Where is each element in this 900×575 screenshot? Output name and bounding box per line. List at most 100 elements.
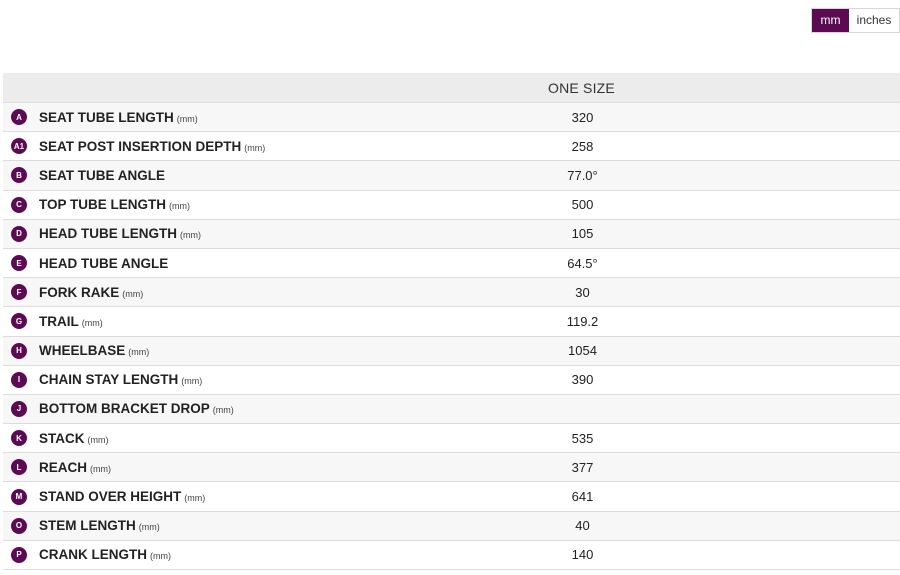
measurement-letter-badge: K (11, 430, 27, 447)
measurement-name: SEAT POST INSERTION DEPTH (mm) (39, 139, 459, 154)
table-row: F FORK RAKE (mm) 30 (3, 278, 900, 308)
measurement-letter-badge: I (11, 371, 27, 388)
measurement-value: 641 (571, 489, 594, 505)
measurement-value: 119.2 (566, 313, 599, 329)
measurement-name: CHAIN STAY LENGTH (mm) (39, 372, 459, 387)
measurement-letter-badge: L (11, 459, 27, 476)
measurement-label: REACH (39, 459, 88, 475)
measurement-name: STACK (mm) (39, 431, 459, 446)
unit-inches-button[interactable]: inches (849, 9, 899, 32)
measurement-label: SEAT TUBE LENGTH (39, 109, 174, 125)
measurement-label: WHEELBASE (39, 343, 126, 359)
table-row: K STACK (mm) 535 (3, 424, 900, 454)
measurement-unit: (mm) (87, 434, 109, 445)
measurement-label: HEAD TUBE LENGTH (39, 226, 177, 242)
measurement-name: STAND OVER HEIGHT (mm) (39, 489, 459, 504)
measurement-letter-badge: B (11, 167, 27, 184)
measurement-label: CHAIN STAY LENGTH (39, 372, 179, 388)
measurement-value: 105 (571, 226, 594, 242)
unit-toggle: mm inches (811, 8, 900, 33)
measurement-letter-badge: M (11, 488, 27, 505)
measurement-name: STEM LENGTH (mm) (39, 518, 459, 533)
measurement-name: HEAD TUBE ANGLE (39, 256, 459, 271)
measurement-value: 390 (571, 372, 594, 388)
measurement-letter-badge: A1 (11, 138, 27, 155)
measurement-unit: (mm) (81, 317, 103, 328)
measurement-letter-badge: D (11, 225, 27, 242)
measurement-name: TRAIL (mm) (39, 314, 459, 329)
table-header-row: ONE SIZE (3, 73, 900, 103)
measurement-unit: (mm) (128, 347, 150, 358)
measurement-value: 1054 (568, 343, 597, 359)
measurement-label: FORK RAKE (39, 284, 120, 300)
unit-mm-button[interactable]: mm (812, 9, 849, 32)
measurement-letter-badge: H (11, 342, 27, 359)
measurement-letter-badge: G (11, 313, 27, 330)
measurement-value: 40 (575, 518, 590, 534)
measurement-name: SEAT TUBE ANGLE (39, 168, 459, 183)
measurement-name: BOTTOM BRACKET DROP (mm) (39, 401, 459, 416)
measurement-name: FORK RAKE (mm) (39, 285, 459, 300)
measurement-value: 535 (571, 430, 594, 446)
table-row: G TRAIL (mm) 119.2 (3, 307, 900, 337)
measurement-label: BOTTOM BRACKET DROP (39, 401, 210, 417)
measurement-unit: (mm) (176, 113, 198, 124)
measurement-unit: (mm) (212, 405, 234, 416)
measurement-label: STEM LENGTH (39, 518, 136, 534)
measurement-letter-badge: E (11, 255, 27, 272)
measurement-unit: (mm) (181, 376, 203, 387)
table-row: I CHAIN STAY LENGTH (mm) 390 (3, 365, 900, 395)
table-row: M STAND OVER HEIGHT (mm) 641 (3, 482, 900, 512)
column-header-one-size: ONE SIZE (548, 79, 615, 96)
measurement-label: CRANK LENGTH (39, 547, 147, 563)
table-row: A SEAT TUBE LENGTH (mm) 320 (3, 103, 900, 133)
table-row: L REACH (mm) 377 (3, 453, 900, 483)
measurement-value: 377 (571, 459, 594, 475)
measurement-name: CRANK LENGTH (mm) (39, 547, 459, 562)
measurement-label: TOP TUBE LENGTH (39, 197, 167, 213)
table-row: E HEAD TUBE ANGLE 64.5° (3, 248, 900, 279)
measurement-label: TRAIL (39, 313, 79, 329)
measurement-label: SEAT POST INSERTION DEPTH (39, 138, 242, 154)
measurement-value: 258 (571, 138, 594, 154)
table-row: C TOP TUBE LENGTH (mm) 500 (3, 190, 900, 220)
measurement-value: 320 (571, 109, 594, 125)
measurement-value: 77.0° (567, 167, 598, 183)
measurement-label: HEAD TUBE ANGLE (39, 255, 169, 271)
measurement-value: 64.5° (567, 255, 598, 271)
measurement-unit: (mm) (244, 142, 266, 153)
table-row: B SEAT TUBE ANGLE 77.0° (3, 161, 900, 191)
measurement-letter-badge: A (11, 109, 27, 126)
measurement-unit: (mm) (169, 201, 191, 212)
measurement-letter-badge: C (11, 196, 27, 213)
measurement-unit: (mm) (180, 230, 201, 241)
table-row: A1 SEAT POST INSERTION DEPTH (mm) 258 (3, 132, 900, 162)
table-row: J BOTTOM BRACKET DROP (mm) (3, 394, 900, 425)
measurement-label: STAND OVER HEIGHT (39, 489, 182, 505)
geometry-table: ONE SIZE A SEAT TUBE LENGTH (mm) 320 A1 SEAT … (3, 73, 900, 570)
measurement-name: REACH (mm) (39, 460, 459, 475)
measurement-name: WHEELBASE (mm) (39, 343, 459, 358)
measurement-name: TOP TUBE LENGTH (mm) (39, 197, 459, 212)
table-body: A SEAT TUBE LENGTH (mm) 320 A1 SEAT POST INSE… (3, 103, 900, 570)
table-row: D HEAD TUBE LENGTH (mm) 105 (3, 219, 900, 249)
measurement-value: 500 (571, 197, 594, 213)
table-row: P CRANK LENGTH (mm) 140 (3, 540, 900, 570)
measurement-unit: (mm) (138, 522, 160, 533)
table-row: H WHEELBASE (mm) 1054 (3, 336, 900, 366)
measurement-letter-badge: J (11, 400, 27, 417)
measurement-letter-badge: O (11, 517, 27, 534)
measurement-value: 140 (571, 547, 594, 563)
table-row: O STEM LENGTH (mm) 40 (3, 511, 900, 541)
measurement-name: SEAT TUBE LENGTH (mm) (39, 110, 459, 125)
measurement-unit: (mm) (122, 288, 144, 299)
measurement-label: SEAT TUBE ANGLE (39, 167, 166, 183)
measurement-unit: (mm) (150, 551, 171, 562)
measurement-letter-badge: P (11, 546, 27, 563)
measurement-unit: (mm) (90, 463, 112, 474)
measurement-letter-badge: F (11, 284, 27, 301)
measurement-value: 30 (575, 284, 590, 300)
measurement-label: STACK (39, 430, 85, 446)
measurement-name: HEAD TUBE LENGTH (mm) (39, 226, 459, 241)
measurement-unit: (mm) (184, 493, 206, 504)
